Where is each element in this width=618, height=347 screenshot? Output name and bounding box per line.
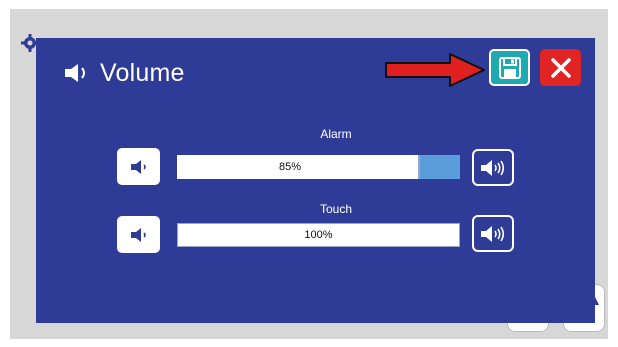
red-arrow-annotation (385, 53, 485, 87)
close-button[interactable] (540, 49, 581, 86)
touch-volume-value: 100% (304, 229, 333, 241)
dialog-title: Volume (100, 58, 185, 87)
speaker-icon (65, 64, 85, 82)
alarm-volume-up-button[interactable] (472, 149, 514, 186)
touch-volume-up-button[interactable] (472, 215, 514, 252)
touch-volume-down-button[interactable] (117, 216, 160, 253)
speaker-low-icon (130, 159, 146, 174)
close-x-icon (550, 57, 571, 78)
speaker-low-icon (130, 227, 146, 242)
alarm-volume-down-button[interactable] (117, 148, 160, 185)
speaker-high-icon (481, 159, 505, 176)
alarm-volume-slider[interactable]: 85% (177, 155, 460, 179)
dialog-header: Volume (64, 58, 185, 88)
save-button[interactable] (489, 49, 530, 86)
volume-dialog: Volume Alarm 85% Touch 100% (36, 38, 595, 323)
alarm-volume-value: 85% (279, 161, 302, 173)
alarm-label: Alarm (320, 127, 352, 141)
touch-label: Touch (319, 202, 353, 216)
touch-volume-slider[interactable]: 100% (177, 223, 460, 247)
speaker-high-icon (481, 225, 505, 242)
floppy-disk-icon (498, 56, 521, 79)
